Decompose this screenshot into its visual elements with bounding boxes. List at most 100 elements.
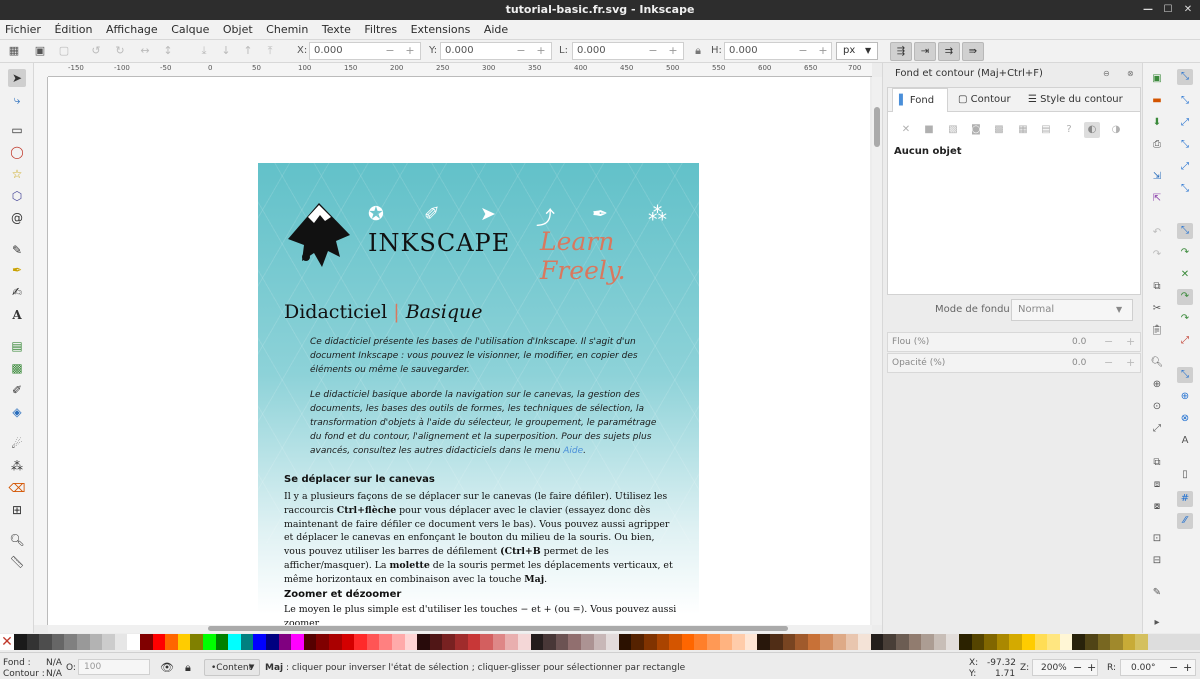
color-swatch[interactable] xyxy=(278,634,292,650)
snap-path-icon[interactable]: ↷ xyxy=(1177,245,1193,261)
height-decrement-icon[interactable]: − xyxy=(795,43,811,59)
unlink-clone-icon[interactable]: ⧇ xyxy=(1149,499,1165,515)
fill-rule-evenodd-icon[interactable]: ◐ xyxy=(1084,122,1100,138)
zoom-drawing-icon[interactable]: ⊕ xyxy=(1149,377,1165,393)
rotation-field[interactable]: 0.00° − + xyxy=(1120,659,1196,676)
visibility-icon[interactable]: 👁︎ xyxy=(160,661,174,674)
paint-bucket-tool-icon[interactable]: ◈ xyxy=(8,403,26,421)
clone-icon[interactable]: ⧈ xyxy=(1149,477,1165,493)
snap-smooth-icon[interactable]: ↷ xyxy=(1177,311,1193,327)
snap-bbox-center-icon[interactable]: ⤡ xyxy=(1177,181,1193,197)
color-swatch[interactable] xyxy=(140,634,153,650)
dock-close-icon[interactable]: ⊗ xyxy=(1127,66,1134,82)
gradient-tool-icon[interactable]: ▤ xyxy=(8,337,26,355)
color-swatch[interactable] xyxy=(354,634,368,650)
color-swatch[interactable] xyxy=(681,634,695,650)
rotate-ccw-icon[interactable]: ↺ xyxy=(88,43,104,59)
color-swatch[interactable] xyxy=(933,634,947,650)
tweak-tool-icon[interactable]: ☄ xyxy=(8,435,26,453)
color-swatch[interactable] xyxy=(429,634,443,650)
star-tool-icon[interactable]: ☆ xyxy=(8,165,26,183)
snap-object-center-icon[interactable]: ⊕ xyxy=(1177,389,1193,405)
snap-toggle-icon[interactable]: ⤡ xyxy=(1177,69,1193,85)
y-field[interactable]: 0.000 − + xyxy=(440,42,552,60)
cut-icon[interactable]: ✂ xyxy=(1149,301,1165,317)
tab-fill[interactable]: ▌ Fond xyxy=(892,88,948,112)
color-swatch[interactable] xyxy=(215,634,229,650)
color-swatch[interactable] xyxy=(782,634,796,650)
menu-affichage[interactable]: Affichage xyxy=(101,20,163,39)
color-swatch[interactable] xyxy=(392,634,405,650)
color-swatch[interactable] xyxy=(959,634,972,650)
color-swatch[interactable] xyxy=(921,634,935,650)
tab-stroke[interactable]: ▢ Contour xyxy=(952,88,1017,112)
color-swatch[interactable] xyxy=(303,634,317,650)
snap-rotation-center-icon[interactable]: ⊗ xyxy=(1177,411,1193,427)
color-swatch[interactable] xyxy=(190,634,204,650)
color-swatch[interactable] xyxy=(1110,634,1124,650)
undo-icon[interactable]: ↶ xyxy=(1149,225,1165,241)
horizontal-ruler[interactable]: -150 -100 -50 0 50 100 150 200 250 300 3… xyxy=(48,63,872,77)
color-swatch[interactable] xyxy=(1097,634,1111,650)
drawing-canvas[interactable]: ✪ ✐ ➤ ⤴ ✒ ⁂ INKSCAPE Learn Freely. Didac… xyxy=(48,77,870,625)
blur-slider[interactable]: Flou (%) 0.0 − + xyxy=(887,332,1141,352)
spray-tool-icon[interactable]: ⁂ xyxy=(8,457,26,475)
width-decrement-icon[interactable]: − xyxy=(645,43,661,59)
color-swatch[interactable] xyxy=(543,634,557,650)
zoom-width-icon[interactable]: ⤢ xyxy=(1149,421,1165,437)
color-swatch[interactable] xyxy=(177,634,191,650)
y-increment-icon[interactable]: + xyxy=(533,43,549,59)
x-decrement-icon[interactable]: − xyxy=(382,43,398,59)
zoom-field[interactable]: 200% − + xyxy=(1032,659,1098,676)
blend-mode-select[interactable]: Normal ▼ xyxy=(1011,299,1133,321)
color-swatch[interactable] xyxy=(770,634,783,650)
color-swatch[interactable] xyxy=(1135,634,1149,650)
zoom-page-icon[interactable]: ⊙ xyxy=(1149,399,1165,415)
color-swatch[interactable] xyxy=(165,634,179,650)
color-swatch[interactable] xyxy=(732,634,746,650)
color-swatch[interactable] xyxy=(291,634,305,650)
selector-tool-icon[interactable]: ➤ xyxy=(8,69,26,87)
no-color-swatch-icon[interactable]: ✕ xyxy=(0,634,14,650)
color-swatch[interactable] xyxy=(64,634,78,650)
select-all-layers-icon[interactable]: ▣ xyxy=(32,43,48,59)
copy-icon[interactable]: ⧉ xyxy=(1149,279,1165,295)
color-swatch[interactable] xyxy=(946,634,960,650)
color-swatch[interactable] xyxy=(77,634,90,650)
color-swatch[interactable] xyxy=(1009,634,1023,650)
mesh-gradient-icon[interactable]: ▩ xyxy=(991,122,1007,138)
color-swatch[interactable] xyxy=(1122,634,1136,650)
color-swatch[interactable] xyxy=(228,634,242,650)
menu-fichier[interactable]: Fichier xyxy=(0,20,46,39)
color-swatch[interactable] xyxy=(833,634,846,650)
color-swatch[interactable] xyxy=(593,634,607,650)
height-increment-icon[interactable]: + xyxy=(815,43,831,59)
color-swatch[interactable] xyxy=(858,634,872,650)
color-swatch[interactable] xyxy=(1022,634,1035,650)
scale-corners-icon[interactable]: ⇥ xyxy=(914,42,936,61)
color-swatch[interactable] xyxy=(744,634,758,650)
unset-paint-icon[interactable]: ? xyxy=(1061,122,1077,138)
lock-ratio-icon[interactable]: 🔒︎ xyxy=(690,43,706,59)
snap-bbox-midpoint-icon[interactable]: ⤢ xyxy=(1177,159,1193,175)
color-swatch[interactable] xyxy=(656,634,670,650)
color-swatch[interactable] xyxy=(366,634,380,650)
color-swatch[interactable] xyxy=(203,634,216,650)
color-swatch[interactable] xyxy=(883,634,897,650)
minimize-icon[interactable]: — xyxy=(1140,2,1156,18)
layer-select[interactable]: •Content ▼ xyxy=(204,659,260,676)
height-field[interactable]: 0.000 − + xyxy=(724,42,832,60)
snap-nodes-icon[interactable]: ⤡ xyxy=(1177,223,1193,239)
color-swatch[interactable] xyxy=(1072,634,1086,650)
x-field[interactable]: 0.000 − + xyxy=(309,42,421,60)
scroll-thumb[interactable] xyxy=(208,626,788,631)
horizontal-scrollbar[interactable] xyxy=(48,625,872,633)
rotate-decrement-icon[interactable]: − xyxy=(1169,661,1178,674)
snap-others-icon[interactable]: ⤡ xyxy=(1177,367,1193,383)
color-swatch[interactable] xyxy=(266,634,279,650)
color-swatch[interactable] xyxy=(1085,634,1098,650)
raise-top-icon[interactable]: ⤒ xyxy=(262,43,278,59)
snap-page-icon[interactable]: ▯ xyxy=(1177,467,1193,483)
color-swatch[interactable] xyxy=(606,634,620,650)
move-patterns-icon[interactable]: ⇛ xyxy=(962,42,984,61)
